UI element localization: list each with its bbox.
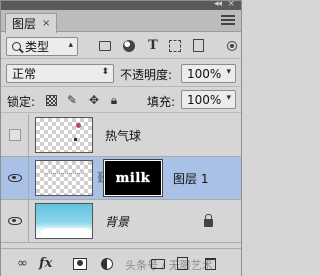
- chevron-down-icon: ▾: [226, 93, 231, 103]
- layer-row-layer1[interactable]: ⛓ milk 图层 1: [1, 157, 241, 200]
- lock-row: 锁定: ✎ ✥ 🔒︎ 填充: 100% ▾: [1, 87, 241, 113]
- eye-icon[interactable]: [8, 174, 22, 182]
- lock-move-icon[interactable]: ✥: [87, 93, 101, 107]
- visibility-off-box[interactable]: [9, 129, 21, 141]
- type-filter-icon[interactable]: T: [146, 39, 160, 53]
- lock-brush-icon[interactable]: ✎: [65, 93, 79, 107]
- blend-row: 正常 ⬍ 不透明度: 100% ▾: [1, 59, 241, 87]
- panel-close-icon[interactable]: ×: [227, 0, 235, 9]
- balloon-dot: [76, 123, 81, 128]
- tab-row: 图层 ×: [1, 10, 241, 33]
- chevron-down-icon: ▴: [68, 40, 73, 50]
- tab-close-icon[interactable]: ×: [42, 15, 50, 33]
- visibility-cell[interactable]: [1, 200, 29, 242]
- blend-mode-dropdown[interactable]: 正常 ⬍: [6, 64, 114, 83]
- trash-icon[interactable]: [205, 258, 216, 270]
- visibility-cell[interactable]: [1, 114, 29, 156]
- layer-row-balloon[interactable]: 热气球: [1, 114, 241, 157]
- lock-transparent-icon[interactable]: [46, 95, 57, 106]
- link-layers-icon[interactable]: ∞: [17, 255, 28, 271]
- new-layer-icon[interactable]: [177, 257, 188, 270]
- tab-layers[interactable]: 图层 ×: [5, 13, 58, 33]
- fill-label: 填充:: [147, 95, 176, 109]
- chevron-down-icon: ▾: [226, 67, 231, 77]
- adjustment-filter-icon[interactable]: [123, 40, 135, 52]
- layer-thumbnail: [35, 117, 93, 153]
- filter-row: 类型 ▴ T: [1, 33, 241, 59]
- thumb-detail: [44, 173, 84, 181]
- blend-mode-value: 正常: [12, 67, 37, 81]
- panel-menu-icon[interactable]: [221, 15, 235, 27]
- collapse-icon[interactable]: ◂◂: [214, 0, 222, 9]
- layer-lock-icon: [204, 214, 213, 227]
- balloon-speck: [74, 138, 77, 141]
- layer-mask-thumbnail[interactable]: milk: [103, 159, 163, 197]
- fill-field[interactable]: 100% ▾: [181, 90, 236, 109]
- layer-list: 热气球 ⛓ milk 图层 1 背景: [1, 114, 241, 244]
- new-group-icon[interactable]: [151, 259, 165, 269]
- panel-title-strip: ◂◂ ×: [1, 0, 241, 10]
- smart-object-filter-icon[interactable]: [193, 39, 204, 52]
- watermark: 头条号 / 无限艺术: [125, 259, 213, 272]
- layer-thumbnail: [35, 160, 93, 196]
- layer-name[interactable]: 背景: [105, 213, 129, 230]
- fx-icon[interactable]: fx: [39, 255, 52, 271]
- chevron-down-icon: ⬍: [101, 67, 109, 77]
- visibility-cell[interactable]: [1, 157, 29, 199]
- filter-kind-label: 类型: [25, 40, 50, 54]
- opacity-field[interactable]: 100% ▾: [181, 64, 236, 83]
- layer-name[interactable]: 热气球: [105, 127, 141, 144]
- cloud-shape: [42, 228, 90, 238]
- filter-toggle-icon[interactable]: [228, 42, 236, 50]
- layer-name[interactable]: 图层 1: [173, 170, 208, 187]
- layer-thumbnail: [35, 203, 93, 239]
- add-mask-icon[interactable]: [73, 258, 87, 270]
- lock-all-icon[interactable]: 🔒︎: [107, 93, 121, 107]
- filter-kind-dropdown[interactable]: 类型 ▴: [6, 37, 78, 56]
- mask-text: milk: [115, 170, 151, 186]
- adjustment-layer-icon[interactable]: [101, 258, 113, 270]
- lock-label: 锁定:: [7, 95, 36, 109]
- bottom-toolbar: ∞ fx 头条号 / 无限艺术: [1, 248, 241, 276]
- opacity-label: 不透明度:: [120, 68, 173, 82]
- layers-panel: ◂◂ × 图层 × 类型 ▴ T 正常 ⬍ 不透明度: 100% ▾ 锁定: ✎…: [0, 0, 242, 276]
- shape-filter-icon[interactable]: [169, 40, 181, 52]
- image-filter-icon[interactable]: [99, 41, 111, 51]
- layer-row-background[interactable]: 背景: [1, 200, 241, 243]
- tab-layers-label: 图层: [12, 16, 37, 31]
- fill-value: 100%: [187, 92, 222, 107]
- eye-icon[interactable]: [8, 217, 22, 225]
- opacity-value: 100%: [187, 66, 222, 81]
- search-icon: [12, 42, 21, 51]
